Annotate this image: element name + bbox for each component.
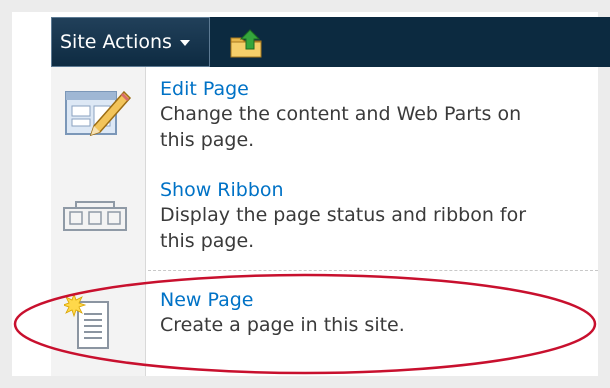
menu-item-show-ribbon[interactable]: Show Ribbon Display the page status and … (160, 178, 590, 254)
ribbon-icon (63, 201, 127, 231)
menu-item-description: Create a page in this site. (160, 314, 405, 336)
menu-item-edit-page[interactable]: Edit Page Change the content and Web Par… (160, 77, 590, 153)
menu-item-title[interactable]: Show Ribbon (160, 178, 590, 202)
new-page-icon (64, 292, 109, 349)
menu-item-title[interactable]: New Page (160, 288, 590, 312)
site-actions-button[interactable]: Site Actions (51, 17, 210, 67)
menu-item-description: Display the page status and ribbon for t… (160, 204, 527, 252)
site-actions-label: Site Actions (60, 31, 172, 53)
menu-item-description: Change the content and Web Parts on this… (160, 103, 522, 151)
folder-up-arrow-icon[interactable] (228, 26, 266, 60)
edit-page-icon (65, 90, 132, 137)
menu-divider (148, 270, 598, 271)
menu-item-title[interactable]: Edit Page (160, 77, 590, 101)
menu-item-new-page[interactable]: New Page Create a page in this site. (160, 288, 590, 338)
chevron-down-icon (179, 40, 190, 46)
